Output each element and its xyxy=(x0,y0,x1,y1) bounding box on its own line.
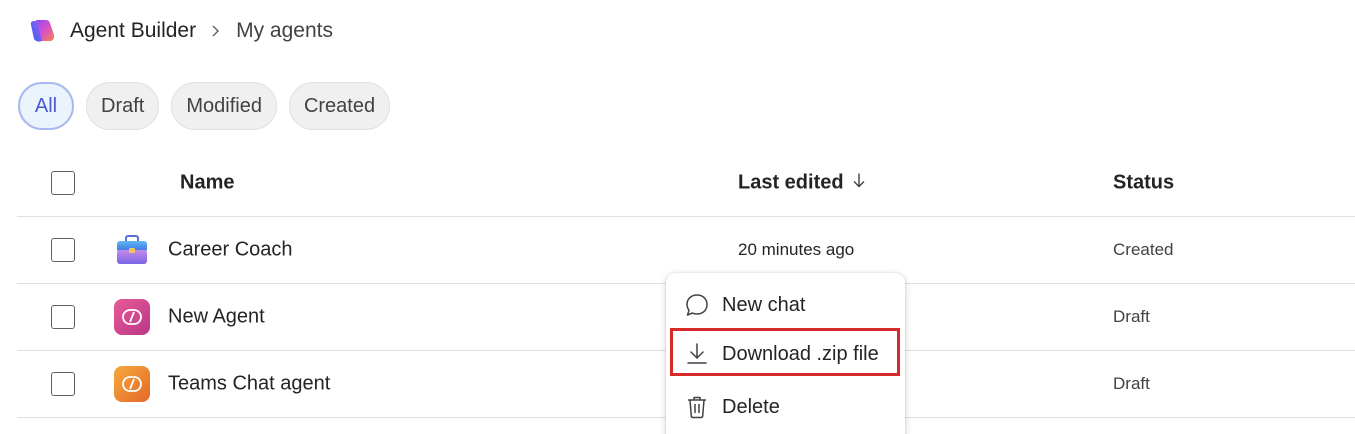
row-checkbox[interactable] xyxy=(51,305,75,329)
copilot-logo-icon xyxy=(30,20,55,42)
sort-descending-icon xyxy=(852,172,866,195)
download-icon xyxy=(684,341,710,367)
column-header-name[interactable]: Name xyxy=(180,172,234,195)
select-all-checkbox[interactable] xyxy=(51,171,75,195)
column-header-status[interactable]: Status xyxy=(1113,172,1174,195)
agent-name[interactable]: Teams Chat agent xyxy=(168,373,330,396)
last-edited: 20 minutes ago xyxy=(738,240,855,259)
filter-pills: All Draft Modified Created xyxy=(18,82,391,130)
status-text: Draft xyxy=(1113,374,1150,393)
row-checkbox[interactable] xyxy=(51,238,75,262)
status-text: Draft xyxy=(1113,307,1150,326)
filter-draft[interactable]: Draft xyxy=(86,82,160,130)
trash-icon xyxy=(684,394,710,420)
row-checkbox[interactable] xyxy=(51,372,75,396)
filter-all[interactable]: All xyxy=(18,82,74,130)
filter-modified[interactable]: Modified xyxy=(171,82,277,130)
menu-item-download-zip[interactable]: Download .zip file xyxy=(670,332,901,376)
menu-item-label: Download .zip file xyxy=(722,342,879,365)
table-header: Name Last edited Status xyxy=(17,150,1355,217)
agent-code-icon xyxy=(114,299,150,335)
briefcase-icon xyxy=(117,235,147,264)
agent-context-menu: New chat Download .zip file Delete xyxy=(666,273,905,434)
status-text: Created xyxy=(1113,240,1174,259)
menu-item-delete[interactable]: Delete xyxy=(670,385,901,429)
column-header-last-edited-label: Last edited xyxy=(738,171,844,194)
column-header-last-edited[interactable]: Last edited xyxy=(738,172,866,195)
chat-bubble-icon xyxy=(684,292,710,318)
agent-name[interactable]: New Agent xyxy=(168,306,265,329)
breadcrumb-current: My agents xyxy=(236,19,333,42)
filter-created[interactable]: Created xyxy=(288,82,391,130)
breadcrumb-app[interactable]: Agent Builder xyxy=(70,19,196,43)
agent-code-icon xyxy=(114,366,150,402)
agent-name[interactable]: Career Coach xyxy=(168,239,293,262)
chevron-right-icon xyxy=(210,24,222,38)
breadcrumb: Agent Builder My agents xyxy=(28,14,333,48)
menu-item-label: New chat xyxy=(722,293,806,316)
menu-item-new-chat[interactable]: New chat xyxy=(670,283,901,327)
menu-item-label: Delete xyxy=(722,395,780,418)
